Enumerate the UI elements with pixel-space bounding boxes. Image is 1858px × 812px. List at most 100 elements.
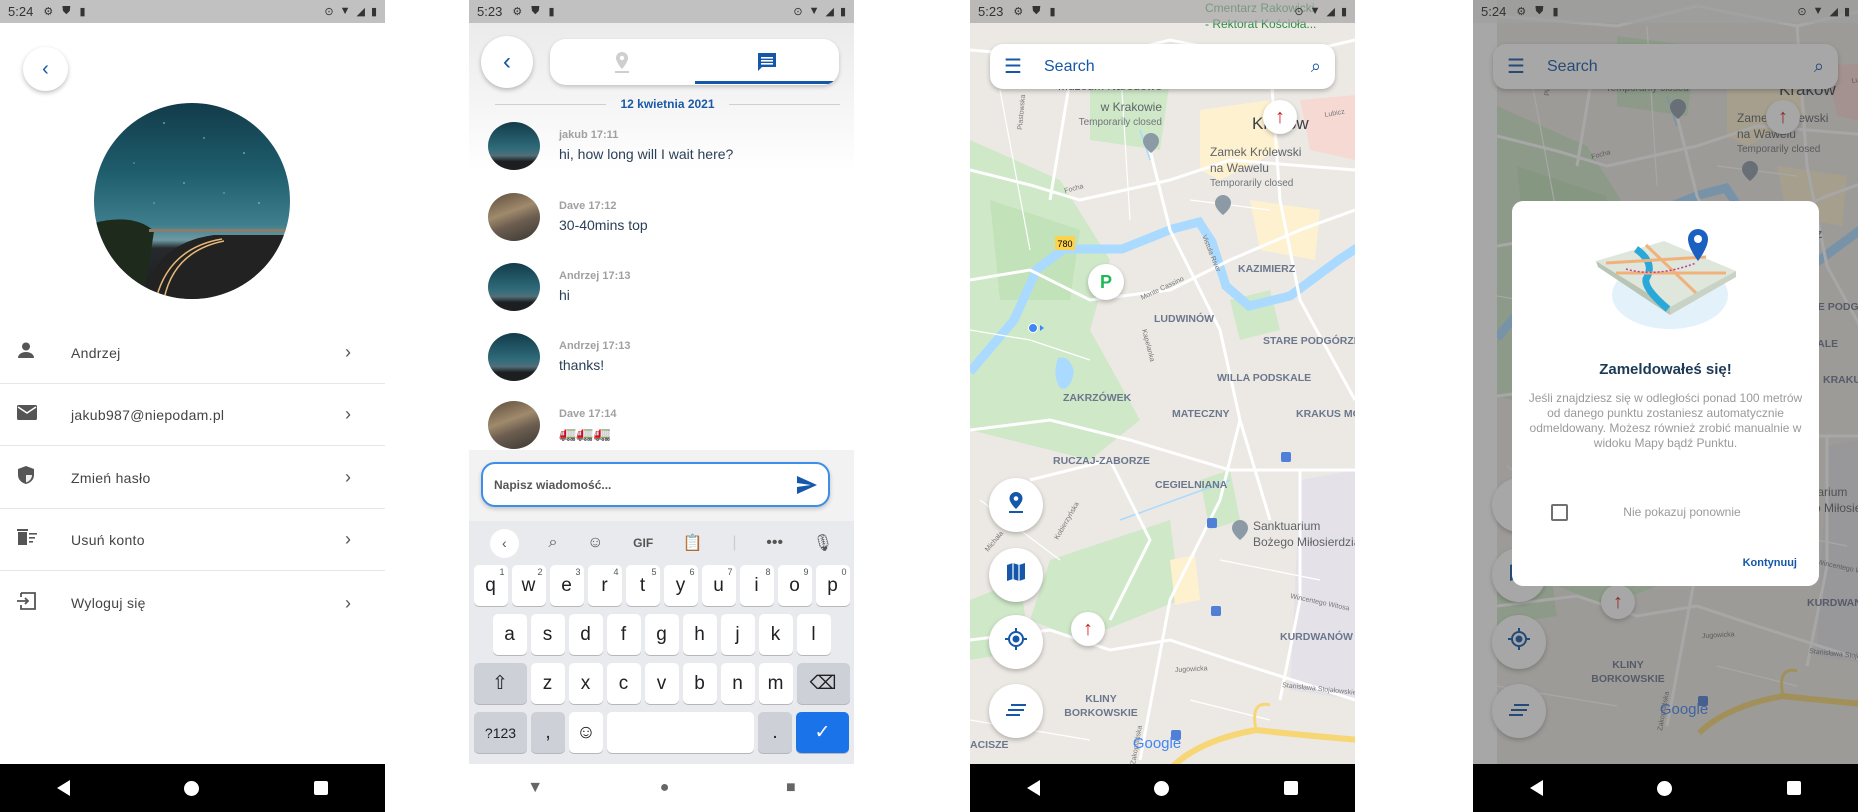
search-input[interactable] [1044,51,1311,82]
key-h[interactable]: h [682,614,717,655]
key-c[interactable]: c [606,663,641,704]
nav-home-button[interactable] [1657,780,1673,796]
key-i[interactable]: i8 [739,565,774,606]
profile-item-delete-account[interactable]: Usuń konto › [0,509,385,571]
nav-recents-button[interactable] [313,781,328,795]
key-a[interactable]: a [492,614,527,655]
search-icon[interactable]: ⌕ [549,534,558,552]
sticker-icon[interactable]: ☺ [587,534,603,552]
key-shift[interactable]: ⇧ [473,663,527,704]
key-y[interactable]: y6 [663,565,698,606]
map-label: Piastowska [1017,94,1027,130]
back-button[interactable]: ‹ [481,36,533,88]
profile-item-logout[interactable]: Wyloguj się › [0,572,385,634]
map-label: Temporarily closed [1210,178,1293,189]
avatar-road-image [94,122,290,299]
wifi-icon: ▼ [808,5,820,17]
nav-home-button[interactable] [184,780,200,796]
key-letter: y [675,574,686,596]
key-s[interactable]: s [530,614,565,655]
profile-item-label: Wyloguj się [71,595,146,611]
menu-icon[interactable]: ☰ [1004,54,1044,79]
key-hint: 3 [575,567,581,577]
clipboard-icon[interactable]: 📋 [683,533,703,553]
compass-button[interactable]: ↑ [1263,100,1297,134]
nav-back-button[interactable] [57,780,71,796]
profile-item-name[interactable]: Andrzej › [0,322,385,384]
message-text: hi [559,287,570,303]
fab-my-location[interactable] [989,615,1043,669]
key-b[interactable]: b [682,663,717,704]
nav-hide-keyboard-button[interactable]: ▼ [527,779,543,797]
google-logo: Google [1133,735,1181,752]
nav-home-button[interactable] [1154,780,1170,796]
nav-recents-button[interactable]: ■ [786,779,796,797]
fab-list[interactable] [989,684,1043,738]
key-o[interactable]: o9 [777,565,812,606]
back-button[interactable]: ‹ [23,47,68,91]
keyboard-collapse-button[interactable]: ‹ [489,528,519,558]
avatar[interactable] [488,263,540,311]
key-enter[interactable]: ✓ [796,712,849,753]
key-z[interactable]: z [530,663,565,704]
avatar[interactable] [488,333,540,381]
key-space[interactable] [607,712,754,753]
pin-icon [1007,491,1025,519]
profile-item-change-password[interactable]: Zmień hasło › [0,447,385,509]
key-period[interactable]: . [758,712,792,753]
profile-item-email[interactable]: jakub987@niepodam.pl › [0,384,385,446]
key-l[interactable]: l [796,614,831,655]
key-emoji[interactable]: ☺ [569,712,603,753]
nav-recents-button[interactable] [1786,781,1801,795]
dont-show-again-label[interactable]: Nie pokazuj ponownie [1582,505,1782,519]
nav-home-button[interactable]: ● [660,779,670,797]
key-r[interactable]: r4 [587,565,622,606]
key-n[interactable]: n [720,663,755,704]
continue-button[interactable]: Kontynuuj [1743,557,1797,569]
chat-date: 12 kwietnia 2021 [620,97,715,111]
key-m[interactable]: m [758,663,793,704]
key-f[interactable]: f [606,614,641,655]
key-t[interactable]: t5 [625,565,660,606]
key-d[interactable]: d [568,614,603,655]
direction-marker[interactable]: ↑ [1071,612,1105,646]
search-icon[interactable]: ⌕ [1311,56,1321,77]
settings-icon: ⚙ [1516,6,1527,18]
key-letter: w [521,574,536,596]
key-g[interactable]: g [644,614,679,655]
avatar[interactable] [488,401,540,449]
gif-button[interactable]: GIF [633,536,653,550]
key-e[interactable]: e3 [549,565,584,606]
tab-chat[interactable] [694,39,840,85]
message-input[interactable] [494,477,796,492]
fab-pin[interactable] [989,478,1043,532]
key-comma[interactable]: , [531,712,565,753]
key-backspace[interactable]: ⌫ [796,663,850,704]
dont-show-again-checkbox[interactable] [1551,504,1568,521]
key-p[interactable]: p0 [815,565,850,606]
avatar[interactable] [488,193,540,241]
wifi-icon: ▼ [1812,5,1824,17]
key-v[interactable]: v [644,663,679,704]
key-j[interactable]: j [720,614,755,655]
nav-back-button[interactable] [1027,780,1041,796]
key-x[interactable]: x [568,663,603,704]
check-icon: ✓ [814,722,831,743]
parking-marker[interactable]: P [1088,264,1124,300]
send-icon[interactable] [796,475,818,495]
more-icon[interactable]: ••• [766,534,783,552]
logout-icon [0,591,71,615]
message-list[interactable]: jakub 17:11 hi, how long will I wait here… [469,115,854,450]
key-k[interactable]: k [758,614,793,655]
nav-back-button[interactable] [1530,780,1544,796]
tab-location[interactable] [550,39,695,85]
key-symbols[interactable]: ?123 [474,712,527,753]
mic-icon[interactable]: 🎙 [813,533,833,553]
profile-avatar[interactable] [94,103,290,299]
nav-recents-button[interactable] [1283,781,1298,795]
key-q[interactable]: q1 [473,565,508,606]
avatar[interactable] [488,122,540,170]
key-u[interactable]: u7 [701,565,736,606]
key-w[interactable]: w2 [511,565,546,606]
fab-map[interactable] [989,548,1043,602]
